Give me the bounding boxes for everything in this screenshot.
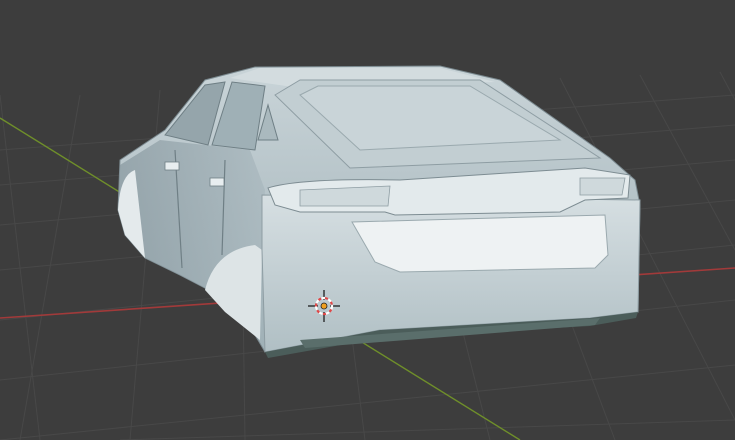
car-body-mesh[interactable] [117,65,641,358]
viewport-canvas[interactable] [0,0,735,440]
3d-viewport[interactable] [0,0,735,440]
